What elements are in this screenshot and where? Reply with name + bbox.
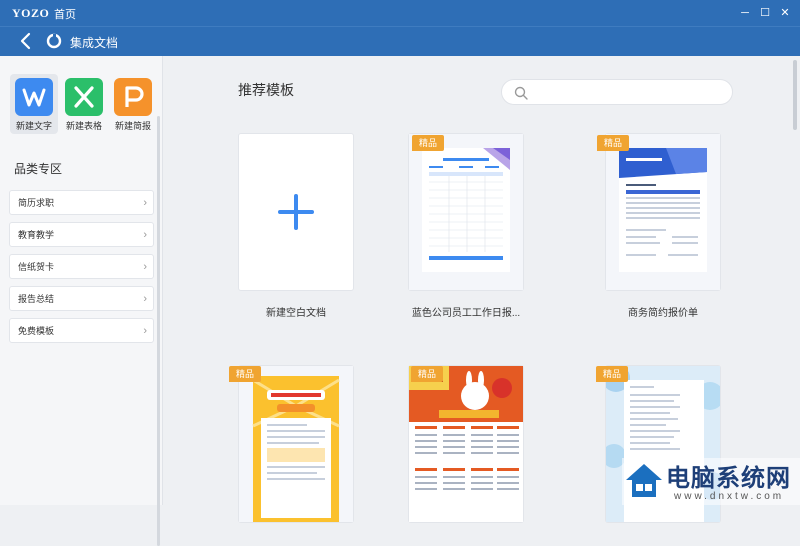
app-brand: YOZO bbox=[12, 6, 50, 20]
sidebar: 新建文字 新建表格 新建简报 品类专区 简历求职 › 教育教学 › 信纸贺卡 › 报告… bbox=[0, 56, 163, 546]
premium-badge: 精品 bbox=[596, 366, 628, 382]
template-card-may-day[interactable] bbox=[239, 366, 353, 522]
template-thumbnail bbox=[409, 366, 523, 522]
template-card-calendar[interactable] bbox=[409, 366, 523, 522]
premium-badge: 精品 bbox=[411, 366, 443, 382]
chevron-right-icon: › bbox=[143, 293, 147, 305]
template-label: 商务简约报价单 bbox=[628, 308, 698, 319]
chevron-right-icon: › bbox=[143, 325, 147, 337]
chevron-right-icon: › bbox=[143, 229, 147, 241]
chevron-right-icon: › bbox=[143, 197, 147, 209]
new-document-button[interactable]: 新建文字 bbox=[10, 74, 58, 134]
window-title: 首页 bbox=[54, 9, 76, 21]
category-resume[interactable]: 简历求职 › bbox=[9, 190, 154, 215]
maximize-button[interactable]: ☐ bbox=[756, 4, 774, 22]
watermark-url: www.dnxtw.com bbox=[674, 491, 785, 502]
category-letters-cards[interactable]: 信纸贺卡 › bbox=[9, 254, 154, 279]
new-spreadsheet-button[interactable]: 新建表格 bbox=[60, 78, 108, 132]
word-doc-icon bbox=[15, 78, 53, 116]
category-reports[interactable]: 报告总结 › bbox=[9, 286, 154, 311]
category-label: 报告总结 bbox=[18, 294, 55, 304]
search-icon bbox=[514, 86, 528, 100]
plus-icon bbox=[278, 194, 314, 230]
category-label: 信纸贺卡 bbox=[18, 262, 55, 272]
template-thumbnail bbox=[239, 366, 353, 522]
watermark-title: 电脑系统网 bbox=[666, 463, 791, 492]
watermark: 电脑系统网 www.dnxtw.com bbox=[622, 458, 800, 505]
spreadsheet-icon bbox=[65, 78, 103, 116]
search-input[interactable] bbox=[534, 84, 723, 102]
search-box[interactable] bbox=[501, 79, 733, 105]
nav-bar: 集成文档 bbox=[0, 26, 800, 57]
template-card-daily-report[interactable] bbox=[409, 134, 523, 290]
category-label: 免费模板 bbox=[18, 326, 55, 336]
presentation-icon bbox=[114, 78, 152, 116]
new-spreadsheet-label: 新建表格 bbox=[65, 121, 102, 131]
category-section-title: 品类专区 bbox=[14, 162, 63, 176]
close-button[interactable]: ✕ bbox=[776, 4, 794, 22]
main-scrollbar[interactable] bbox=[793, 60, 797, 130]
template-card-blank[interactable] bbox=[239, 134, 353, 290]
premium-badge: 精品 bbox=[597, 135, 629, 151]
back-arrow-icon[interactable] bbox=[16, 31, 36, 51]
chevron-right-icon: › bbox=[143, 261, 147, 273]
page-title: 推荐模板 bbox=[238, 82, 294, 98]
template-label: 新建空白文档 bbox=[266, 308, 326, 319]
template-label: 蓝色公司员工工作日报... bbox=[411, 308, 521, 319]
template-thumbnail bbox=[606, 134, 720, 290]
new-presentation-label: 新建简报 bbox=[114, 121, 151, 131]
premium-badge: 精品 bbox=[229, 366, 261, 382]
nav-title: 集成文档 bbox=[70, 36, 119, 50]
premium-badge: 精品 bbox=[412, 135, 444, 151]
template-card-quotation[interactable] bbox=[606, 134, 720, 290]
title-bar: YOZO 首页 ─ ☐ ✕ bbox=[0, 0, 800, 26]
minimize-button[interactable]: ─ bbox=[736, 4, 754, 22]
new-document-label: 新建文字 bbox=[15, 121, 52, 131]
category-free-templates[interactable]: 免费模板 › bbox=[9, 318, 154, 343]
category-label: 教育教学 bbox=[18, 230, 55, 240]
new-presentation-button[interactable]: 新建简报 bbox=[109, 78, 157, 132]
yozo-logo-icon bbox=[46, 33, 62, 49]
template-thumbnail bbox=[409, 134, 523, 290]
sidebar-scrollbar[interactable] bbox=[157, 116, 160, 546]
category-label: 简历求职 bbox=[18, 198, 55, 208]
main-content: 推荐模板 新建空白文档 精品 蓝色公司员工工作日报... 精品 商务简约报价单 … bbox=[163, 56, 800, 522]
category-education[interactable]: 教育教学 › bbox=[9, 222, 154, 247]
